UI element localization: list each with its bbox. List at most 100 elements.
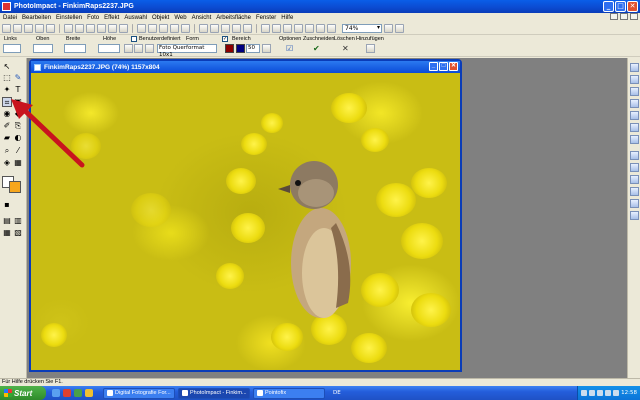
task-photoimpact[interactable]: PhotoImpact - Finkim... [178,387,250,399]
gradient-tool-icon[interactable]: ▦ [13,158,23,168]
tray-icon[interactable] [597,390,604,396]
rotate-icon[interactable] [232,23,241,33]
browser-icon[interactable] [305,23,314,33]
save-icon[interactable] [35,23,44,33]
ratio-lock-icon[interactable] [134,44,143,53]
desktop-icon[interactable] [74,389,82,397]
selection-tool-icon[interactable]: ⬚ [2,73,12,83]
quick-command-icon[interactable] [630,99,639,108]
panel-toggle-icon[interactable]: ▧ [13,228,23,238]
history-icon[interactable] [630,111,639,120]
language-indicator[interactable]: DE [333,390,341,396]
swatches-icon[interactable] [630,123,639,132]
resize-icon[interactable] [221,23,230,33]
paste-icon[interactable] [159,23,168,33]
tray-icon[interactable] [581,390,588,396]
pick-tool-icon[interactable]: ↖ [2,62,12,72]
shield-color-dark-swatch[interactable] [236,44,245,53]
menu-web[interactable]: Web [174,15,186,21]
navigator-icon[interactable] [630,151,639,160]
fill-tool-icon[interactable]: ◈ [2,158,12,168]
image-canvas[interactable] [31,73,460,370]
layers-icon[interactable] [294,23,303,33]
zoom-out-icon[interactable] [316,23,325,33]
clock[interactable]: 12:58 [621,390,637,396]
oben-input[interactable] [33,44,53,53]
maximize-button[interactable]: □ [615,1,626,12]
doc-restore-icon[interactable] [620,13,628,20]
grid-icon[interactable] [272,23,281,33]
swap-dimensions-icon[interactable] [124,44,133,53]
web-icon[interactable] [108,23,117,33]
red-eye-tool-icon[interactable]: ◉ [2,109,12,119]
screen-capture-icon[interactable] [199,23,208,33]
layer-manager-icon[interactable] [630,87,639,96]
retouch-tool-icon[interactable]: ◐ [13,133,23,143]
bereich-input[interactable]: 50 [246,44,260,53]
print-preview-icon[interactable] [75,23,84,33]
copy-icon[interactable] [148,23,157,33]
links-input[interactable] [3,44,21,53]
print-icon[interactable] [64,23,73,33]
crop-tool-icon[interactable]: ⌗ [2,97,12,107]
grid-view-icon[interactable]: ▦ [2,228,12,238]
new-doc-icon[interactable] [13,23,22,33]
menu-foto[interactable]: Foto [87,15,99,21]
menu-fenster[interactable]: Fenster [256,15,276,21]
crop-icon[interactable] [210,23,219,33]
object-icon[interactable] [630,163,639,172]
view-icon[interactable] [261,23,270,33]
document-minimize-button[interactable]: _ [429,62,438,71]
clone-tool-icon[interactable]: ⎘ [13,121,23,131]
menu-hilfe[interactable]: Hilfe [281,15,293,21]
menu-auswahl[interactable]: Auswahl [124,15,147,21]
zoom-in-icon[interactable] [327,23,336,33]
tray-icon[interactable] [605,390,612,396]
fit-window-icon[interactable] [384,23,393,33]
menu-ansicht[interactable]: Ansicht [192,15,212,21]
info-icon[interactable] [630,135,639,144]
doc-minimize-icon[interactable] [610,13,618,20]
task-pointofix[interactable]: Pointofix [253,387,325,399]
document-maximize-button[interactable]: □ [439,62,448,71]
form-select[interactable]: Foto Querformat 10x1 [157,44,217,58]
paint-tool-icon[interactable]: ✐ [2,121,12,131]
path-tool-icon[interactable]: ◆ [13,109,23,119]
eraser-tool-icon[interactable]: ▰ [2,133,12,143]
easy-palette-icon[interactable] [630,75,639,84]
doc-close-icon[interactable] [630,13,638,20]
slideshow-icon[interactable] [630,211,639,220]
panel-manager-icon[interactable] [630,63,639,72]
start-button[interactable]: Start [0,386,46,400]
undo-icon[interactable] [170,23,179,33]
flip-icon[interactable] [243,23,252,33]
bereich-spinner-icon[interactable] [262,44,271,53]
minimize-button[interactable]: _ [603,1,614,12]
material-icon[interactable] [630,187,639,196]
eyedropper-tool-icon[interactable]: ⁄ [13,146,23,156]
menu-effekt[interactable]: Effekt [104,15,119,21]
redo-icon[interactable] [181,23,190,33]
shield-color-swatch[interactable] [225,44,234,53]
text-tool-icon[interactable]: T [13,85,23,95]
cut-icon[interactable] [137,23,146,33]
ie-icon[interactable] [52,389,60,397]
menu-arbeitsflaeche[interactable]: Arbeitsfläche [216,15,251,21]
document-close-button[interactable]: ✕ [449,62,458,71]
options-checkbox-icon[interactable]: ☑ [286,44,293,53]
explorer-icon[interactable] [85,389,93,397]
document-title-bar[interactable]: FinkimRaps2237.JPG (74%) 1157x804 _ □ ✕ [31,61,460,73]
photoimpact-app-icon[interactable] [2,2,11,11]
menu-objekt[interactable]: Objekt [152,15,169,21]
add-preset-icon[interactable] [366,44,375,53]
hoehe-input[interactable] [98,44,120,53]
delete-crop-icon[interactable]: ✕ [342,44,349,53]
save-as-icon[interactable] [46,23,55,33]
background-color-swatch[interactable] [9,181,21,193]
lasso-tool-icon[interactable]: ✎ [13,73,23,83]
zoom-select[interactable]: 74% [342,23,382,33]
camera-icon[interactable] [119,23,128,33]
tray-icon[interactable] [613,390,620,396]
zoom-tool-icon[interactable]: ⌕ [2,146,12,156]
help-icon[interactable] [395,23,404,33]
